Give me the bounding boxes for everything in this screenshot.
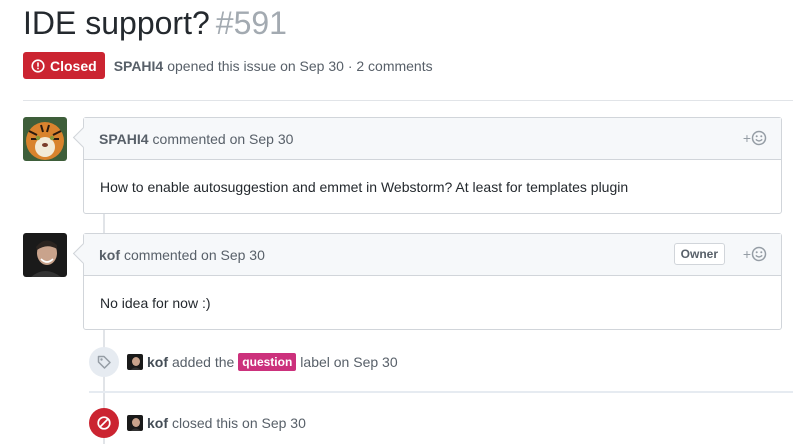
avatar-spahi4[interactable] xyxy=(23,117,67,161)
comment-body: How to enable autosuggestion and emmet i… xyxy=(100,178,629,195)
event-text[interactable]: closed this on Sep 30 xyxy=(172,415,306,431)
issue-number: #591 xyxy=(215,5,287,41)
add-reaction-button[interactable]: + xyxy=(743,246,767,262)
timeline-event-closed: kof closed this on Sep 30 xyxy=(89,408,306,438)
event-badge xyxy=(89,408,119,438)
event-badge xyxy=(89,347,119,377)
comment-header: kof commented on Sep 30 Owner + xyxy=(84,234,781,276)
event-text[interactable]: label on Sep 30 xyxy=(300,354,397,370)
owner-badge: Owner xyxy=(673,243,725,265)
event-actor-link[interactable]: kof xyxy=(147,354,168,370)
comment-body: No idea for now :) xyxy=(100,294,211,311)
issue-author-link[interactable]: SPAHI4 xyxy=(114,58,164,74)
mini-avatar-kof[interactable] xyxy=(127,354,143,370)
state-label: Closed xyxy=(50,57,97,74)
smiley-icon xyxy=(751,246,767,262)
reaction-plus: + xyxy=(742,246,751,262)
add-reaction-button[interactable]: + xyxy=(743,130,767,146)
timeline-event-labeled: kof added the question label on Sep 30 xyxy=(89,347,398,377)
state-badge: Closed xyxy=(23,52,105,79)
avatar-kof[interactable] xyxy=(23,233,67,277)
issue-closed-icon xyxy=(31,58,45,73)
issue-title-row: IDE support? #591 xyxy=(23,5,287,42)
issue-meta: Closed SPAHI4 opened this issue on Sep 3… xyxy=(23,52,433,79)
mini-avatar-kof[interactable] xyxy=(127,415,143,431)
comment-author-link[interactable]: kof xyxy=(99,247,120,263)
smiley-icon xyxy=(751,130,767,146)
comment-card: SPAHI4 commented on Sep 30 + How to enab… xyxy=(72,117,782,214)
timeline-line xyxy=(103,214,105,234)
comment-timestamp[interactable]: commented on Sep 30 xyxy=(153,131,294,147)
issue-title: IDE support? xyxy=(23,5,210,41)
comment-timestamp[interactable]: commented on Sep 30 xyxy=(124,247,265,263)
event-text: added the xyxy=(172,354,235,370)
tag-icon xyxy=(97,355,111,369)
event-divider xyxy=(89,391,793,393)
reaction-plus: + xyxy=(742,130,751,146)
comment-author-link[interactable]: SPAHI4 xyxy=(99,131,149,147)
circle-slash-icon xyxy=(97,416,111,430)
header-divider xyxy=(23,100,793,101)
comment-card: kof commented on Sep 30 Owner + No idea … xyxy=(72,233,782,330)
event-actor-link[interactable]: kof xyxy=(147,415,168,431)
issue-meta-text: opened this issue on Sep 30 · 2 comments xyxy=(167,57,433,74)
comment-header: SPAHI4 commented on Sep 30 + xyxy=(84,118,781,160)
label-question[interactable]: question xyxy=(238,353,297,371)
